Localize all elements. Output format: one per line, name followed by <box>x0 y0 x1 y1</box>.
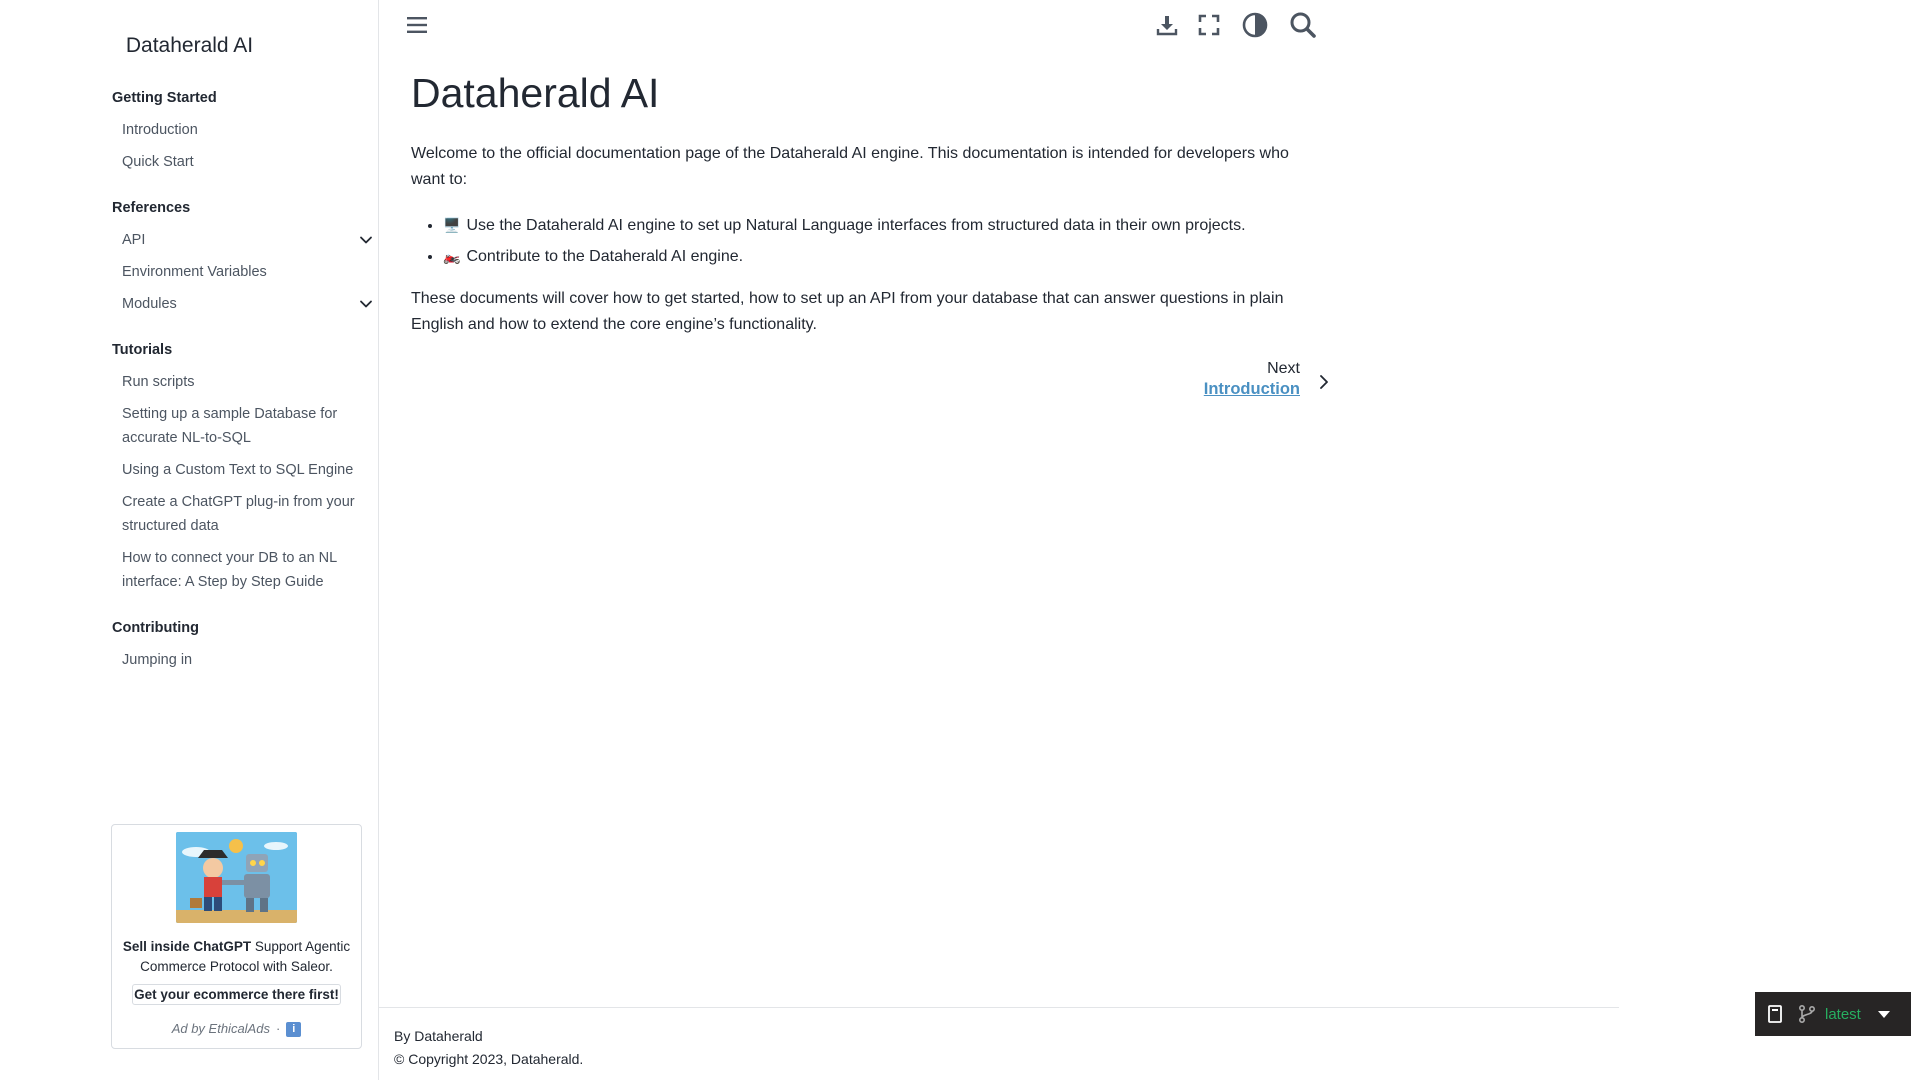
sidebar-item-label: Modules <box>122 296 177 312</box>
list-item: 🏍️ Contribute to the Dataherald AI engine… <box>443 241 1331 272</box>
outro-paragraph: These documents will cover how to get st… <box>411 290 1284 333</box>
footer-divider <box>379 1007 1619 1008</box>
fullscreen-icon <box>1198 14 1220 36</box>
ethical-ad: Sell inside ChatGPT Support Agentic Comm… <box>111 824 362 1049</box>
sidebar-item-introduction[interactable]: Introduction <box>112 118 372 142</box>
ad-attribution: Ad by EthicalAds · i <box>112 1021 361 1038</box>
caret-down-icon <box>1877 1011 1890 1018</box>
sidebar-item-label: Quick Start <box>122 154 194 170</box>
list-item-text: Use the Dataherald AI engine to set up N… <box>466 217 1246 234</box>
ad-by-link[interactable]: Ad by EthicalAds <box>172 1021 270 1036</box>
list-item: 🖥️ Use the Dataherald AI engine to set up… <box>443 210 1331 241</box>
main-content: Dataherald AI Welcome to the official do… <box>411 70 1331 338</box>
sidebar-item-label: Run scripts <box>122 374 195 390</box>
computer-icon: 🖥️ <box>443 217 461 233</box>
theme-toggle-icon <box>1242 12 1268 38</box>
sidebar-item-run-scripts[interactable]: Run scripts <box>112 370 372 394</box>
book-icon <box>1768 1005 1782 1023</box>
version-flyout[interactable]: latest <box>1755 992 1911 1036</box>
sidebar-nav: Getting Started Introduction Quick Start… <box>112 90 372 680</box>
sidebar-item-chatgpt-plugin[interactable]: Create a ChatGPT plug-in from your struc… <box>112 490 372 538</box>
primary-sidebar: Dataherald AI Getting Started Introducti… <box>0 0 379 1080</box>
ad-separator: · <box>275 1021 281 1036</box>
version-label: latest <box>1825 1005 1861 1023</box>
intro-paragraph: Welcome to the official documentation pa… <box>411 145 1289 188</box>
purpose-list: 🖥️ Use the Dataherald AI engine to set up… <box>443 210 1331 272</box>
search-icon <box>1290 12 1316 38</box>
sidebar-item-sample-database[interactable]: Setting up a sample Database for accurat… <box>112 402 372 450</box>
chevron-down-icon[interactable] <box>356 230 376 250</box>
download-button[interactable] <box>1152 10 1182 40</box>
chevron-right-icon[interactable] <box>1316 374 1332 390</box>
footer-copyright: © Copyright 2023, Dataherald. <box>394 1051 584 1067</box>
page-footer: By Dataherald © Copyright 2023, Datahera… <box>394 1025 583 1071</box>
footer-author: By Dataherald <box>394 1028 483 1044</box>
ad-cta-button[interactable]: Get your ecommerce there first! <box>132 984 341 1005</box>
site-brand[interactable]: Dataherald AI <box>0 34 379 58</box>
ad-illustration-icon <box>176 832 297 923</box>
ad-text[interactable]: Sell inside ChatGPT Support Agentic Comm… <box>120 937 353 977</box>
next-page-link[interactable]: Introduction <box>1196 380 1300 399</box>
next-page-nav[interactable]: Next Introduction <box>1196 360 1300 399</box>
sidebar-item-label: Introduction <box>122 122 198 138</box>
sidebar-item-label: Environment Variables <box>122 264 267 280</box>
nav-caption-getting-started: Getting Started <box>112 90 217 106</box>
fullscreen-button[interactable] <box>1194 10 1224 40</box>
sidebar-item-modules[interactable]: Modules <box>112 292 372 316</box>
search-button[interactable] <box>1288 10 1318 40</box>
nav-caption-contributing: Contributing <box>112 620 199 636</box>
download-icon <box>1156 16 1178 36</box>
info-icon[interactable]: i <box>286 1022 302 1038</box>
git-branch-icon <box>1798 1004 1816 1024</box>
sidebar-item-quick-start[interactable]: Quick Start <box>112 150 372 174</box>
sidebar-item-label: API <box>122 232 146 248</box>
sidebar-item-label: Using a Custom Text to SQL Engine <box>122 462 354 478</box>
sidebar-item-custom-engine[interactable]: Using a Custom Text to SQL Engine <box>112 458 372 482</box>
motorcycle-icon: 🏍️ <box>443 248 461 264</box>
sidebar-item-connect-db[interactable]: How to connect your DB to an NL interfac… <box>112 546 372 594</box>
sidebar-item-label: Create a ChatGPT plug-in from your struc… <box>122 494 355 534</box>
ad-headline: Sell inside ChatGPT <box>122 939 252 954</box>
sidebar-item-jumping-in[interactable]: Jumping in <box>112 648 372 672</box>
ad-image[interactable] <box>176 832 297 923</box>
sidebar-item-label: Jumping in <box>122 652 193 668</box>
menu-icon[interactable] <box>404 12 430 38</box>
chevron-down-icon[interactable] <box>356 294 376 314</box>
nav-caption-tutorials: Tutorials <box>112 342 173 358</box>
sidebar-item-api[interactable]: API <box>112 228 372 252</box>
sidebar-item-environment-variables[interactable]: Environment Variables <box>112 260 372 284</box>
sidebar-item-label: Setting up a sample Database for accurat… <box>122 406 338 446</box>
next-label: Next <box>1267 360 1300 377</box>
sidebar-item-label: How to connect your DB to an NL interfac… <box>122 550 337 590</box>
nav-caption-references: References <box>112 200 191 216</box>
theme-toggle-button[interactable] <box>1240 10 1270 40</box>
page-title: Dataherald AI <box>411 70 660 116</box>
list-item-text: Contribute to the Dataherald AI engine. <box>466 248 744 265</box>
